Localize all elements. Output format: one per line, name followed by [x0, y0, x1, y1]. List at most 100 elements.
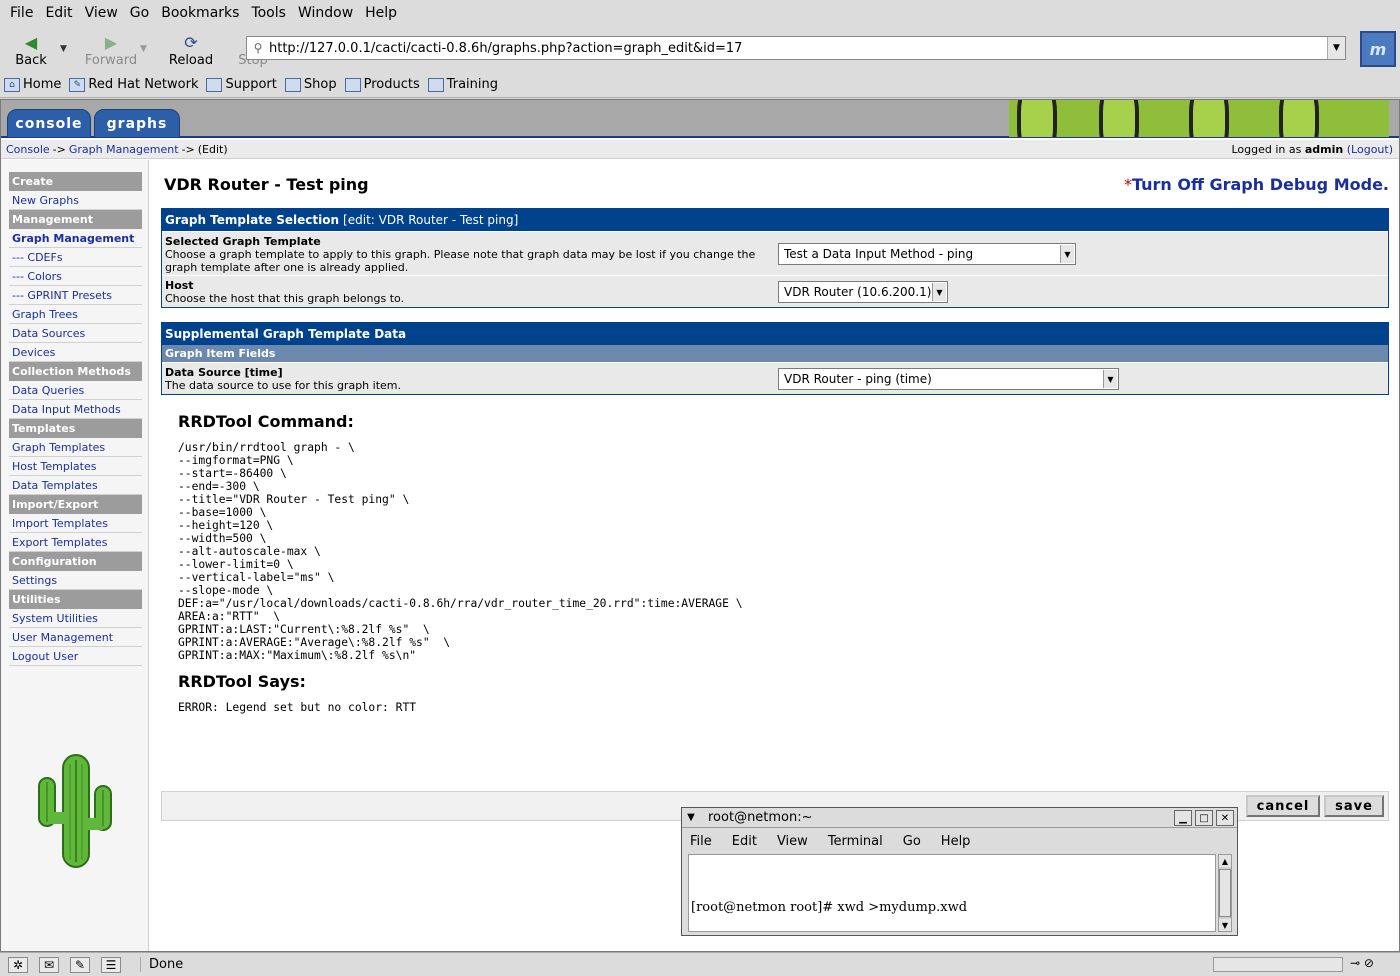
bookmark-label: Products	[363, 77, 420, 92]
forward-button[interactable]: ▶ Forward	[80, 27, 142, 71]
data-source-label: Data Source [time] The data source to us…	[165, 366, 765, 392]
data-source-select[interactable]: VDR Router - ping (time) ▼	[778, 368, 1119, 390]
minimize-icon[interactable]: ▁	[1174, 810, 1192, 826]
url-input[interactable]: http://127.0.0.1/cacti/cacti-0.8.6h/grap…	[269, 41, 1327, 56]
menu-view[interactable]: View	[85, 5, 118, 21]
url-bar[interactable]: ⚲ http://127.0.0.1/cacti/cacti-0.8.6h/gr…	[246, 36, 1346, 60]
sidebar-item-logout-user[interactable]: Logout User	[9, 647, 142, 666]
sidebar-item-cdefs[interactable]: --- CDEFs	[9, 248, 142, 267]
sidebar-item-user-management[interactable]: User Management	[9, 628, 142, 647]
scrollbar-thumb[interactable]	[1219, 869, 1231, 917]
bookmark-products[interactable]: Products	[344, 77, 420, 92]
bookmark-shop[interactable]: Shop	[284, 77, 337, 92]
terminal-menu-terminal[interactable]: Terminal	[828, 834, 883, 849]
logout-link[interactable]: (Logout)	[1347, 143, 1393, 156]
menu-tools[interactable]: Tools	[251, 5, 286, 21]
sidebar-item-graph-templates[interactable]: Graph Templates	[9, 438, 142, 457]
breadcrumb: Console -> Graph Management -> (Edit) Lo…	[1, 140, 1399, 159]
graph-template-select[interactable]: Test a Data Input Method - ping ▼	[778, 243, 1076, 265]
sidebar-item-data-input-methods[interactable]: Data Input Methods	[9, 400, 142, 419]
terminal-menu-file[interactable]: File	[690, 834, 712, 849]
sidebar-item-settings[interactable]: Settings	[9, 571, 142, 590]
rrdtool-error-text: ERROR: Legend set but no color: RTT	[178, 701, 417, 714]
bookmark-red-hat-network[interactable]: ✎ Red Hat Network	[69, 77, 198, 92]
terminal-titlebar[interactable]: ▼ root@netmon:~ ▁ □ ✕	[682, 808, 1237, 828]
sidebar-item-import-templates[interactable]: Import Templates	[9, 514, 142, 533]
close-icon[interactable]: ✕	[1216, 810, 1234, 826]
login-prefix: Logged in as	[1231, 142, 1302, 156]
bookmark-label: Support	[225, 77, 277, 92]
terminal-menu-help[interactable]: Help	[941, 834, 971, 849]
sidebar-item-data-queries[interactable]: Data Queries	[9, 381, 142, 400]
reload-button[interactable]: ⟳ Reload	[160, 27, 222, 71]
select-value: VDR Router - ping (time)	[784, 372, 932, 386]
sidebar-item-graph-management[interactable]: Graph Management	[9, 229, 142, 248]
mail-icon[interactable]: ✉	[39, 956, 59, 973]
chevron-down-icon: ▼	[932, 283, 946, 301]
terminal-output[interactable]: [root@netmon root]# xwd >mydump.xwd	[688, 854, 1216, 932]
cancel-button[interactable]: cancel	[1246, 795, 1320, 817]
graph-template-label: Selected Graph Template Choose a graph t…	[165, 235, 765, 274]
terminal-menu-view[interactable]: View	[777, 834, 808, 849]
scroll-down-icon[interactable]: ▼	[1219, 919, 1231, 931]
host-select[interactable]: VDR Router (10.6.200.1) ▼	[778, 281, 948, 303]
terminal-scrollbar[interactable]: ▲ ▼	[1218, 854, 1232, 932]
sidebar-item-graph-trees[interactable]: Graph Trees	[9, 305, 142, 324]
sidebar-item-gprint-presets[interactable]: --- GPRINT Presets	[9, 286, 142, 305]
bookmark-home[interactable]: ⌂ Home	[4, 77, 61, 92]
progress-bar	[1213, 957, 1343, 972]
sidebar-item-data-sources[interactable]: Data Sources	[9, 324, 142, 343]
navigator-icon[interactable]: ✲	[8, 956, 28, 973]
bookmark-support[interactable]: Support	[206, 77, 277, 92]
sidebar-section-management: Management	[9, 210, 142, 229]
sidebar-section-configuration: Configuration	[9, 552, 142, 571]
rrdtool-command-heading: RRDTool Command:	[178, 412, 354, 431]
sidebar-item-new-graphs[interactable]: New Graphs	[9, 191, 142, 210]
breadcrumb-graph-management[interactable]: Graph Management	[69, 143, 179, 156]
breadcrumb-console[interactable]: Console	[6, 143, 50, 156]
field-title: Data Source [time]	[165, 366, 283, 379]
chevron-down-icon: ▼	[1103, 370, 1117, 388]
tab-graphs[interactable]: graphs	[94, 109, 180, 138]
bookmark-training[interactable]: Training	[427, 77, 498, 92]
save-button[interactable]: save	[1324, 795, 1384, 817]
graph-template-row: Selected Graph Template Choose a graph t…	[162, 231, 1388, 275]
folder-icon	[206, 77, 223, 92]
folder-icon	[427, 77, 444, 92]
window-menu-icon[interactable]: ▼	[682, 812, 700, 823]
sidebar-section-import-export: Import/Export	[9, 495, 142, 514]
status-icons: ✲ ✉ ✎ ☰	[0, 956, 140, 973]
maximize-icon[interactable]: □	[1195, 810, 1213, 826]
terminal-menu-go[interactable]: Go	[903, 834, 921, 849]
menu-edit[interactable]: Edit	[45, 5, 72, 21]
sidebar-item-system-utilities[interactable]: System Utilities	[9, 609, 142, 628]
data-source-row: Data Source [time] The data source to us…	[162, 362, 1388, 394]
composer-icon[interactable]: ✎	[70, 956, 90, 973]
address-book-icon[interactable]: ☰	[101, 956, 121, 973]
menu-help[interactable]: Help	[365, 5, 397, 21]
url-dropdown-arrow-icon[interactable]: ▼	[1327, 37, 1345, 59]
host-row: Host Choose the host that this graph bel…	[162, 275, 1388, 307]
scroll-up-icon[interactable]: ▲	[1219, 855, 1231, 867]
sidebar-item-colors[interactable]: --- Colors	[9, 267, 142, 286]
console-sidebar: Create New Graphs Management Graph Manageme…	[1, 160, 149, 951]
cacti-tab-bar: console graphs	[1, 100, 1399, 138]
debug-mode-link[interactable]: *Turn Off Graph Debug Mode.	[1124, 175, 1389, 194]
box-header: Supplemental Graph Template Data	[162, 323, 1388, 345]
menu-go[interactable]: Go	[130, 5, 149, 21]
terminal-menu-edit[interactable]: Edit	[732, 834, 757, 849]
connection-icon: ⊸ ⊘	[1350, 956, 1374, 970]
sidebar-item-export-templates[interactable]: Export Templates	[9, 533, 142, 552]
sidebar-item-host-templates[interactable]: Host Templates	[9, 457, 142, 476]
tab-console[interactable]: console	[7, 109, 91, 138]
sidebar-item-devices[interactable]: Devices	[9, 343, 142, 362]
menu-bookmarks[interactable]: Bookmarks	[161, 5, 239, 21]
menu-file[interactable]: File	[10, 5, 33, 21]
back-button[interactable]: ◀ Back	[0, 27, 62, 71]
menu-window[interactable]: Window	[298, 5, 353, 21]
breadcrumb-current: (Edit)	[197, 142, 228, 156]
bookmark-label: Home	[23, 77, 62, 92]
folder-icon	[284, 77, 301, 92]
sidebar-item-data-templates[interactable]: Data Templates	[9, 476, 142, 495]
sidebar-section-collection-methods: Collection Methods	[9, 362, 142, 381]
